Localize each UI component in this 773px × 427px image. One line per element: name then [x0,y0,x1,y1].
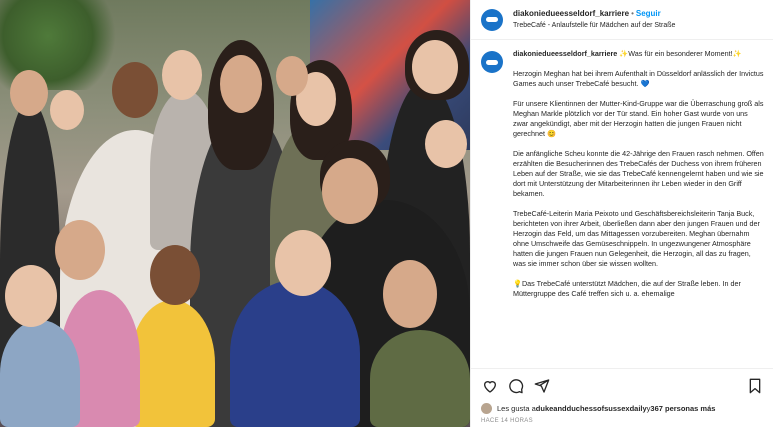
person-figure [130,300,215,427]
caption-paragraph: 💡Das TrebeCafé unterstützt Mädchen, die … [513,279,741,298]
face [55,220,105,280]
face [50,90,84,130]
face [5,265,57,327]
caption-text: diakoniedueesseldorf_karriere ✨Was für e… [513,49,764,368]
post-location[interactable]: TrebeCafé - Anlaufstelle für Mädchen auf… [513,20,675,32]
caption-paragraph: diakoniedueesseldorf_karriere ✨Was für e… [513,49,764,59]
share-icon[interactable] [533,377,551,395]
face [425,120,467,168]
liker-avatar[interactable] [481,403,492,414]
avatar-logo-icon [486,59,498,65]
face [322,158,378,224]
caption-paragraph: TrebeCafé-Leiterin Maria Peixoto und Ges… [513,209,760,268]
likes-line: Les gusta a dukeandduchessofsussexdaily … [481,403,764,414]
face [150,245,200,305]
caption-paragraph: Herzogin Meghan hat bei ihrem Aufenthalt… [513,69,764,88]
face [275,230,331,296]
bookmark-icon[interactable] [746,377,764,395]
caption-avatar[interactable] [481,51,503,73]
follow-button[interactable]: Seguir [636,9,661,18]
caption-paragraph: Die anfängliche Scheu konnte die 42-Jähr… [513,149,764,198]
likes-prefix: Les gusta a [497,404,536,413]
caption-paragraph: Für unsere Klientinnen der Mutter-Kind-G… [513,99,764,138]
caption-username[interactable]: diakoniedueesseldorf_karriere [513,49,617,58]
separator-dot: • [631,8,634,18]
avatar-logo-icon [486,17,498,22]
face [220,55,262,113]
caption-area: diakoniedueesseldorf_karriere ✨Was für e… [471,41,773,368]
person-figure [0,320,80,427]
post-header: diakoniedueesseldorf_karriere • Seguir Tre… [471,0,773,40]
account-avatar[interactable] [481,8,503,31]
face [383,260,437,328]
action-bar: Les gusta a dukeandduchessofsussexdaily … [471,368,773,427]
header-text: diakoniedueesseldorf_karriere • Seguir Tre… [513,8,675,32]
caption-first-line: ✨Was für ein besonderer Moment!✨ [619,49,742,58]
face [412,40,458,94]
liker-username[interactable]: dukeandduchessofsussexdaily [536,404,647,413]
header-line: diakoniedueesseldorf_karriere • Seguir [513,8,675,20]
face [112,62,158,118]
person-figure [370,330,470,427]
person-figure [230,280,360,427]
action-icons [481,377,764,395]
header-username[interactable]: diakoniedueesseldorf_karriere [513,9,629,18]
heart-icon[interactable] [481,377,499,395]
post-timestamp[interactable]: HACE 14 HORAS [481,418,764,424]
likes-others[interactable]: 367 personas más [650,404,715,413]
post-side-panel: diakoniedueesseldorf_karriere • Seguir Tre… [470,0,773,427]
post-photo[interactable] [0,0,470,427]
face [162,50,202,100]
face [10,70,48,116]
face [276,56,308,96]
comment-icon[interactable] [507,377,525,395]
